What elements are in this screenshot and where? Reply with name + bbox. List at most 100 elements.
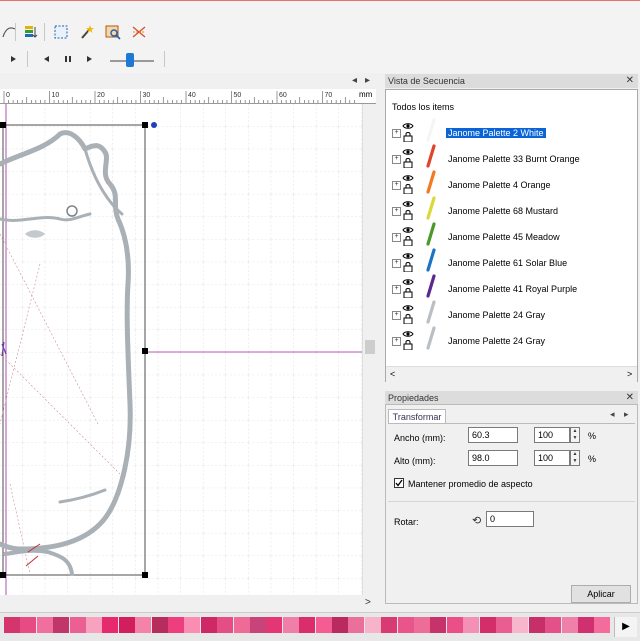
previous-icon[interactable] bbox=[42, 55, 50, 65]
resize-handle[interactable] bbox=[142, 348, 148, 354]
tab-nav-left[interactable]: ◂ bbox=[610, 409, 615, 420]
palette-color-chip[interactable] bbox=[397, 617, 414, 633]
sequence-horizontal-scrollbar[interactable]: < > bbox=[386, 366, 637, 382]
sequence-item[interactable]: + Janome Palette 68 Mustard bbox=[392, 196, 632, 222]
sequence-item-label[interactable]: Janome Palette 68 Mustard bbox=[448, 206, 558, 216]
resize-handle[interactable] bbox=[0, 122, 6, 128]
select-box-icon[interactable] bbox=[52, 23, 70, 41]
visibility-eye-icon[interactable] bbox=[402, 252, 414, 262]
pause-icon[interactable] bbox=[64, 55, 72, 65]
palette-color-chip[interactable] bbox=[250, 617, 266, 633]
palette-color-chip[interactable] bbox=[217, 617, 234, 633]
canvas-nav-left[interactable]: ◂ bbox=[352, 75, 357, 86]
palette-color-chip[interactable] bbox=[36, 617, 53, 633]
sequence-item[interactable]: + Janome Palette 24 Gray bbox=[392, 300, 632, 326]
expand-icon[interactable]: + bbox=[392, 311, 401, 320]
expand-icon[interactable]: + bbox=[392, 233, 401, 242]
sequence-item[interactable]: + Janome Palette 24 Gray bbox=[392, 326, 632, 352]
expand-icon[interactable]: + bbox=[392, 129, 401, 138]
visibility-eye-icon[interactable] bbox=[402, 148, 414, 158]
expand-icon[interactable]: + bbox=[392, 181, 401, 190]
palette-color-chip[interactable] bbox=[463, 617, 480, 633]
scroll-thumb[interactable] bbox=[365, 340, 375, 354]
sequence-item[interactable]: + Janome Palette 41 Royal Purple bbox=[392, 274, 632, 300]
lock-icon[interactable] bbox=[402, 340, 414, 352]
palette-color-chip[interactable] bbox=[348, 617, 365, 633]
color-sort-icon[interactable] bbox=[22, 23, 40, 41]
palette-color-chip[interactable] bbox=[184, 617, 201, 633]
height-percent-field[interactable]: 100 bbox=[534, 450, 570, 466]
sequence-item[interactable]: + Janome Palette 45 Meadow bbox=[392, 222, 632, 248]
palette-color-chip[interactable] bbox=[4, 617, 20, 633]
sequence-item[interactable]: + Janome Palette 2 White bbox=[392, 118, 632, 144]
palette-next-button[interactable]: ▶ bbox=[614, 617, 637, 637]
height-percent-stepper[interactable]: ▲ ▼ bbox=[570, 450, 580, 466]
sequence-item-label[interactable]: Janome Palette 41 Royal Purple bbox=[448, 284, 577, 294]
palette-color-chip[interactable] bbox=[69, 617, 86, 633]
sequence-item-label[interactable]: Janome Palette 24 Gray bbox=[448, 310, 545, 320]
lock-icon[interactable] bbox=[402, 184, 414, 196]
palette-color-chip[interactable] bbox=[299, 617, 316, 633]
palette-color-chip[interactable] bbox=[102, 617, 119, 633]
next-icon[interactable] bbox=[10, 55, 18, 65]
lock-icon[interactable] bbox=[402, 132, 414, 144]
palette-color-chip[interactable] bbox=[135, 617, 152, 633]
palette-color-chip[interactable] bbox=[233, 617, 250, 633]
sequence-item[interactable]: + Janome Palette 4 Orange bbox=[392, 170, 632, 196]
stitch-effects-icon[interactable] bbox=[130, 23, 148, 41]
palette-color-chip[interactable] bbox=[512, 617, 529, 633]
palette-color-chip[interactable] bbox=[561, 617, 578, 633]
palette-color-chip[interactable] bbox=[20, 617, 37, 633]
keep-aspect-label[interactable]: Mantener promedio de aspecto bbox=[408, 479, 533, 489]
resize-handle[interactable] bbox=[0, 572, 6, 578]
palette-color-chip[interactable] bbox=[86, 617, 102, 633]
keep-aspect-checkbox[interactable] bbox=[394, 478, 404, 488]
palette-color-chip[interactable] bbox=[168, 617, 184, 633]
lock-icon[interactable] bbox=[402, 236, 414, 248]
width-percent-field[interactable]: 100 bbox=[534, 427, 570, 443]
width-percent-stepper[interactable]: ▲ ▼ bbox=[570, 427, 580, 443]
tab-nav-right[interactable]: ▸ bbox=[624, 409, 629, 420]
close-icon[interactable]: ✕ bbox=[626, 74, 634, 88]
close-icon[interactable]: ✕ bbox=[626, 391, 634, 405]
palette-color-chip[interactable] bbox=[446, 617, 463, 633]
resize-handle[interactable] bbox=[142, 572, 148, 578]
palette-color-chip[interactable] bbox=[282, 617, 299, 633]
expand-icon[interactable]: + bbox=[392, 259, 401, 268]
sequence-item-label[interactable]: Janome Palette 45 Meadow bbox=[448, 232, 560, 242]
sequence-item[interactable]: + Janome Palette 61 Solar Blue bbox=[392, 248, 632, 274]
resize-handle[interactable] bbox=[142, 122, 148, 128]
palette-color-chip[interactable] bbox=[266, 617, 283, 633]
sequence-item-label[interactable]: Janome Palette 24 Gray bbox=[448, 336, 545, 346]
palette-color-chip[interactable] bbox=[528, 617, 545, 633]
expand-icon[interactable]: + bbox=[392, 155, 401, 164]
palette-color-chip[interactable] bbox=[200, 617, 217, 633]
expand-icon[interactable]: + bbox=[392, 207, 401, 216]
width-field[interactable]: 60.3 bbox=[468, 427, 518, 443]
magic-wand-icon[interactable] bbox=[78, 23, 96, 41]
palette-color-chip[interactable] bbox=[381, 617, 398, 633]
visibility-eye-icon[interactable] bbox=[402, 122, 414, 132]
palette-color-chip[interactable] bbox=[315, 617, 332, 633]
scroll-right-arrow[interactable]: > bbox=[627, 369, 632, 379]
speed-slider-thumb[interactable] bbox=[126, 53, 134, 67]
sequence-item-label[interactable]: Janome Palette 2 White bbox=[446, 128, 546, 138]
visibility-eye-icon[interactable] bbox=[402, 226, 414, 236]
sequence-item-label[interactable]: Janome Palette 61 Solar Blue bbox=[448, 258, 567, 268]
trace-image-icon[interactable] bbox=[104, 23, 122, 41]
canvas-horizontal-scrollbar[interactable]: > bbox=[0, 596, 376, 612]
sequence-item-label[interactable]: Janome Palette 4 Orange bbox=[448, 180, 551, 190]
visibility-eye-icon[interactable] bbox=[402, 304, 414, 314]
height-field[interactable]: 98.0 bbox=[468, 450, 518, 466]
canvas-vertical-scrollbar[interactable] bbox=[362, 104, 377, 595]
visibility-eye-icon[interactable] bbox=[402, 174, 414, 184]
apply-button[interactable]: Aplicar bbox=[571, 585, 631, 603]
palette-color-chip[interactable] bbox=[430, 617, 447, 633]
rotate-handle[interactable] bbox=[151, 122, 157, 128]
palette-color-chip[interactable] bbox=[414, 617, 430, 633]
lock-icon[interactable] bbox=[402, 288, 414, 300]
scroll-right-arrow[interactable]: > bbox=[365, 597, 371, 608]
sequence-item-label[interactable]: Janome Palette 33 Burnt Orange bbox=[448, 154, 580, 164]
palette-color-chip[interactable] bbox=[496, 617, 512, 633]
expand-icon[interactable]: + bbox=[392, 285, 401, 294]
